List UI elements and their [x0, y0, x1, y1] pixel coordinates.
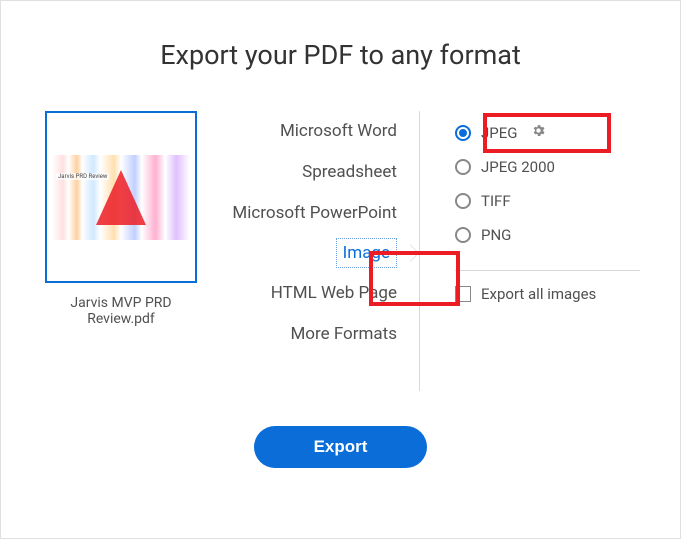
- radio-icon: [455, 125, 471, 141]
- export-all-images-checkbox[interactable]: Export all images: [455, 285, 640, 303]
- format-more-formats[interactable]: More Formats: [290, 318, 397, 350]
- radio-icon: [455, 193, 471, 209]
- subformat-jpeg2000[interactable]: JPEG 2000: [455, 150, 640, 184]
- gear-icon[interactable]: [531, 123, 546, 142]
- format-spreadsheet[interactable]: Spreadsheet: [302, 156, 397, 188]
- page-title: Export your PDF to any format: [31, 39, 650, 71]
- format-image-label: Image: [343, 243, 390, 263]
- file-thumbnail[interactable]: Jarvis PRD Review: [45, 111, 197, 283]
- format-microsoft-powerpoint[interactable]: Microsoft PowerPoint: [232, 197, 397, 229]
- thumbnail-preview: Jarvis PRD Review: [52, 155, 190, 240]
- format-microsoft-word[interactable]: Microsoft Word: [280, 115, 397, 147]
- radio-icon: [455, 227, 471, 243]
- subformat-panel: JPEG JPEG 2000 TIFF PNG Export all image: [450, 111, 640, 391]
- selected-arrow-icon: [410, 244, 419, 262]
- thumb-caption: Jarvis PRD Review: [56, 173, 109, 180]
- subformat-tiff[interactable]: TIFF: [455, 184, 640, 218]
- subformat-png-label: PNG: [481, 226, 511, 244]
- export-all-images-label: Export all images: [481, 285, 596, 303]
- subformat-jpeg-label: JPEG: [481, 124, 517, 142]
- format-image[interactable]: Image: [336, 238, 397, 268]
- checkbox-icon: [455, 286, 471, 302]
- format-html-web-page[interactable]: HTML Web Page: [271, 277, 397, 309]
- divider: [455, 270, 640, 271]
- radio-icon: [455, 159, 471, 175]
- format-list: Microsoft Word Spreadsheet Microsoft Pow…: [231, 111, 420, 391]
- subformat-tiff-label: TIFF: [481, 192, 511, 210]
- subformat-jpeg2000-label: JPEG 2000: [481, 158, 555, 176]
- export-button[interactable]: Export: [254, 426, 428, 468]
- subformat-jpeg[interactable]: JPEG: [455, 115, 640, 150]
- file-name-label: Jarvis MVP PRD Review.pdf: [41, 295, 201, 327]
- subformat-png[interactable]: PNG: [455, 218, 640, 252]
